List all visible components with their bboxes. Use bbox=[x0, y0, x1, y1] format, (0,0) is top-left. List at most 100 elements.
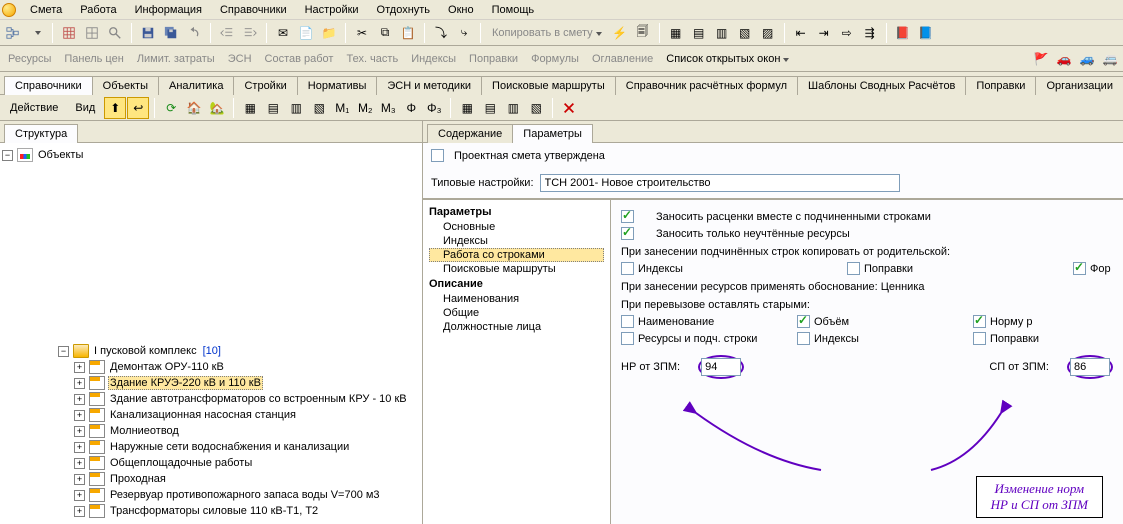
expand-icon[interactable]: + bbox=[74, 394, 85, 405]
collapse-icon[interactable]: − bbox=[58, 346, 69, 357]
car2-icon[interactable]: 🚙 bbox=[1076, 48, 1098, 70]
expand-icon[interactable]: + bbox=[74, 474, 85, 485]
pt-rows[interactable]: Работа со строками bbox=[429, 248, 604, 262]
cut-icon[interactable]: ✂ bbox=[351, 22, 373, 44]
expand-icon[interactable]: + bbox=[74, 506, 85, 517]
sheet2-icon[interactable]: ▤ bbox=[262, 97, 284, 119]
pt-general[interactable]: Общие bbox=[429, 306, 604, 320]
recall-checkbox[interactable] bbox=[621, 332, 634, 345]
spread-b-icon[interactable]: ▤ bbox=[479, 97, 501, 119]
tab-params[interactable]: Параметры bbox=[512, 124, 593, 143]
house1-icon[interactable]: 🏠 bbox=[183, 97, 205, 119]
chk-copy-indexes[interactable] bbox=[621, 262, 634, 275]
docs-icon[interactable]: 🗐 bbox=[632, 22, 654, 44]
indent-left2-icon[interactable]: ⇥ bbox=[813, 22, 835, 44]
tree-node[interactable]: +Общеплощадочные работы bbox=[2, 455, 420, 471]
pt-routes[interactable]: Поисковые маршруты bbox=[429, 262, 604, 276]
folder-up-icon[interactable]: ⬆ bbox=[104, 97, 126, 119]
tree-dropdown-icon[interactable] bbox=[25, 22, 47, 44]
copy-icon[interactable]: ⧉ bbox=[374, 22, 396, 44]
branch-add-icon[interactable]: ⤵ bbox=[430, 22, 452, 44]
tab-esn-methods[interactable]: ЭСН и методики bbox=[376, 76, 482, 95]
expand-icon[interactable]: + bbox=[74, 442, 85, 453]
tab-search-routes[interactable]: Поисковые маршруты bbox=[481, 76, 616, 95]
spread4-icon[interactable]: ▧ bbox=[734, 22, 756, 44]
chk-with-children[interactable] bbox=[621, 210, 634, 223]
recall-checkbox[interactable] bbox=[797, 332, 810, 345]
menu-settings[interactable]: Настройки bbox=[297, 2, 367, 18]
tree-node[interactable]: +Демонтаж ОРУ-110 кВ bbox=[2, 359, 420, 375]
sheet1-icon[interactable]: ▦ bbox=[239, 97, 261, 119]
tab-formulas[interactable]: Справочник расчётных формул bbox=[615, 76, 798, 95]
delete-icon[interactable] bbox=[558, 97, 580, 119]
tab-dicts[interactable]: Справочники bbox=[4, 76, 93, 95]
tab-orgs[interactable]: Организации bbox=[1035, 76, 1123, 95]
file-icon[interactable]: 📄 bbox=[295, 22, 317, 44]
formulas-link[interactable]: Формулы bbox=[525, 51, 585, 67]
composition-link[interactable]: Состав работ bbox=[259, 51, 340, 67]
flag-icon[interactable]: 🚩 bbox=[1030, 48, 1052, 70]
typical-input[interactable] bbox=[540, 174, 900, 192]
folder-icon[interactable]: 📁 bbox=[318, 22, 340, 44]
spread-c-icon[interactable]: ▥ bbox=[502, 97, 524, 119]
copy-to-smeta[interactable]: Копировать в смету bbox=[486, 25, 608, 41]
toc-link[interactable]: Оглавление bbox=[586, 51, 659, 67]
tree-icon[interactable] bbox=[2, 22, 24, 44]
recall-checkbox[interactable] bbox=[621, 315, 634, 328]
grid1-icon[interactable] bbox=[58, 22, 80, 44]
menu-info[interactable]: Информация bbox=[127, 2, 210, 18]
tree-node[interactable]: +Трансформаторы силовые 110 кВ-Т1, Т2 bbox=[2, 503, 420, 519]
grid2-icon[interactable] bbox=[81, 22, 103, 44]
spread1-icon[interactable]: ▦ bbox=[665, 22, 687, 44]
action-label[interactable]: Действие bbox=[2, 102, 66, 114]
nr-input[interactable] bbox=[701, 358, 741, 376]
indent-left-icon[interactable]: ⇤ bbox=[790, 22, 812, 44]
sheet4-icon[interactable]: ▧ bbox=[308, 97, 330, 119]
car3-icon[interactable]: 🚐 bbox=[1099, 48, 1121, 70]
tree-node[interactable]: +Наружные сети водоснабжения и канализац… bbox=[2, 439, 420, 455]
price-panel-link[interactable]: Панель цен bbox=[58, 51, 129, 67]
menu-help[interactable]: Помощь bbox=[484, 2, 543, 18]
chk-copy-for[interactable] bbox=[1073, 262, 1086, 275]
branch-right-icon[interactable]: ⤷ bbox=[453, 22, 475, 44]
car1-icon[interactable]: 🚗 bbox=[1053, 48, 1075, 70]
doc-lightning-icon[interactable]: ⚡ bbox=[609, 22, 631, 44]
recall-checkbox[interactable] bbox=[973, 315, 986, 328]
spread2-icon[interactable]: ▤ bbox=[688, 22, 710, 44]
chk-unaccounted[interactable] bbox=[621, 227, 634, 240]
house2-icon[interactable]: 🏡 bbox=[206, 97, 228, 119]
tree-node[interactable]: +Здание автотрансформаторов со встроенны… bbox=[2, 391, 420, 407]
book-red-icon[interactable]: 📕 bbox=[892, 22, 914, 44]
phi-icon[interactable]: Φ bbox=[400, 97, 422, 119]
tree-node[interactable]: +Канализационная насосная станция bbox=[2, 407, 420, 423]
folder-undo-icon[interactable]: ↩ bbox=[127, 97, 149, 119]
approved-checkbox[interactable] bbox=[431, 149, 444, 162]
m3-icon[interactable]: M₃ bbox=[377, 97, 399, 119]
indent-right2-icon[interactable]: ⇶ bbox=[859, 22, 881, 44]
save-icon[interactable] bbox=[137, 22, 159, 44]
collapse-icon[interactable]: − bbox=[2, 150, 13, 161]
book-blue-icon[interactable]: 📘 bbox=[915, 22, 937, 44]
m2-icon[interactable]: M₂ bbox=[354, 97, 376, 119]
corrections-link[interactable]: Поправки bbox=[463, 51, 524, 67]
spread3-icon[interactable]: ▥ bbox=[711, 22, 733, 44]
menu-work[interactable]: Работа bbox=[72, 2, 124, 18]
expand-icon[interactable]: + bbox=[74, 378, 85, 389]
spread5-icon[interactable]: ▨ bbox=[757, 22, 779, 44]
menu-dicts[interactable]: Справочники bbox=[212, 2, 295, 18]
expand-icon[interactable]: + bbox=[74, 426, 85, 437]
tree-node[interactable]: +Здание КРУЭ-220 кВ и 110 кВ bbox=[2, 375, 420, 391]
tab-builds[interactable]: Стройки bbox=[233, 76, 297, 95]
indent-right-icon[interactable]: ⇨ bbox=[836, 22, 858, 44]
tab-structure[interactable]: Структура bbox=[4, 124, 78, 143]
indexes-link[interactable]: Индексы bbox=[405, 51, 462, 67]
limit-link[interactable]: Лимит. затраты bbox=[131, 51, 221, 67]
pt-main[interactable]: Основные bbox=[429, 220, 604, 234]
pt-names[interactable]: Наименования bbox=[429, 292, 604, 306]
tab-norms[interactable]: Нормативы bbox=[297, 76, 378, 95]
m1-icon[interactable]: M₁ bbox=[331, 97, 353, 119]
recall-checkbox[interactable] bbox=[973, 332, 986, 345]
expand-icon[interactable]: + bbox=[74, 490, 85, 501]
spread-a-icon[interactable]: ▦ bbox=[456, 97, 478, 119]
expand-icon[interactable]: + bbox=[74, 410, 85, 421]
